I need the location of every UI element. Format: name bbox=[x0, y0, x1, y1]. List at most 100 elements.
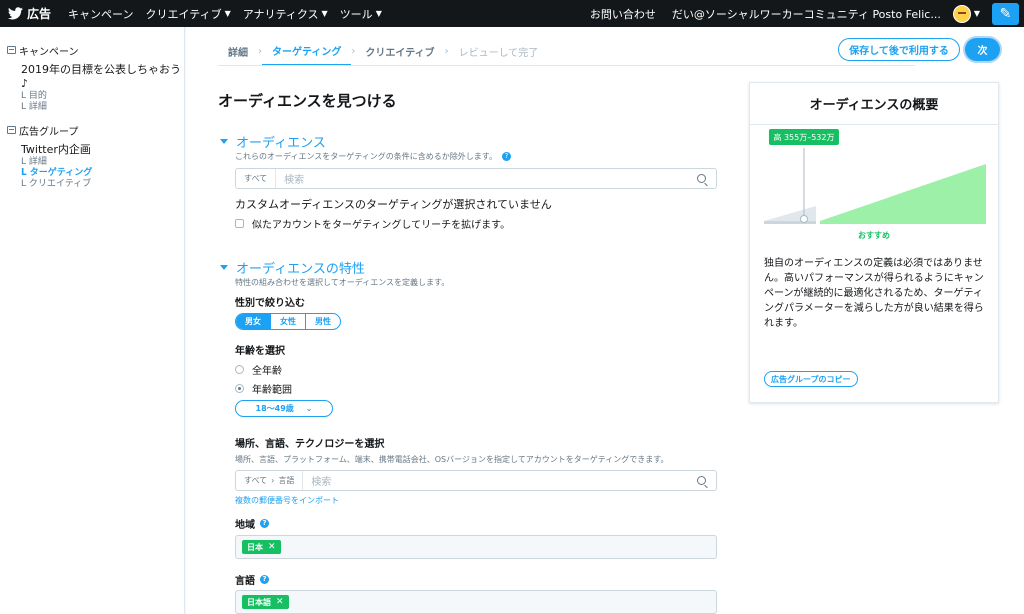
gender-option-female[interactable]: 女性 bbox=[270, 314, 305, 329]
sidebar-item-label: 詳細 bbox=[28, 102, 47, 112]
save-for-later-button[interactable]: 保存して後で利用する bbox=[838, 38, 960, 61]
copy-adgroup-button[interactable]: 広告グループのコピー bbox=[764, 371, 858, 387]
checkbox-label: 似たアカウントをターゲティングしてリーチを拡げます。 bbox=[252, 220, 511, 231]
chart-gray-wedge bbox=[764, 206, 816, 221]
section-title: オーディエンスの特性 bbox=[236, 262, 365, 277]
caret-down-icon bbox=[220, 139, 228, 144]
age-range-select[interactable]: 18〜49歳 ⌄ bbox=[235, 400, 333, 417]
nav-label: ツール bbox=[339, 7, 373, 21]
import-postal-codes-link[interactable]: 複数の郵便番号をインポート bbox=[235, 495, 339, 506]
step-creatives[interactable]: クリエイティブ bbox=[355, 37, 444, 66]
chevron-down-icon: ▼ bbox=[321, 9, 328, 18]
section-description: これらのオーディエンスをターゲティングの条件に含めるか除外します。 ? bbox=[235, 151, 511, 162]
step-details[interactable]: 詳細 bbox=[218, 37, 258, 66]
step-review: レビューして完了 bbox=[458, 48, 539, 59]
audience-size-chart: 高 355万–532万 おすすめ bbox=[764, 129, 986, 240]
sidebar-item-adgroup-details[interactable]: ᒪ 詳細 bbox=[0, 157, 184, 168]
nav-tools[interactable]: ツール ▼ bbox=[334, 6, 388, 22]
sidebar-item-details[interactable]: ᒪ 詳細 bbox=[0, 102, 184, 113]
location-description: 場所、言語、プラットフォーム、端末、携帯電話会社、OSバージョンを指定してアカウ… bbox=[235, 455, 669, 464]
age-range-radio[interactable] bbox=[235, 384, 244, 393]
chart-recommend-label: おすすめ bbox=[858, 231, 890, 240]
sidebar-section-adgroup: 広告グループ bbox=[0, 121, 184, 139]
language-tag: 日本語 ✕ bbox=[242, 595, 289, 609]
chart-baseline-green bbox=[820, 221, 986, 224]
gender-segmented-control: 男女 女性 男性 bbox=[235, 313, 341, 330]
age-all-radio-row[interactable]: 全年齢 bbox=[235, 362, 282, 377]
top-right: お問い合わせ だい@ソーシャルワーカーコミュニティ Posto Felic...… bbox=[590, 0, 1024, 27]
language-tag-input[interactable]: 日本語 ✕ bbox=[235, 590, 717, 614]
search-scope[interactable]: すべて bbox=[236, 169, 277, 188]
top-bar: 広告 キャンペーン クリエイティブ ▼ アナリティクス ▼ ツール ▼ お問い合わせ … bbox=[0, 0, 1024, 27]
search-icon bbox=[697, 174, 706, 183]
page-title: オーディエンスを見つける bbox=[218, 92, 397, 110]
chart-marker-dot[interactable] bbox=[799, 215, 808, 223]
step-targeting[interactable]: ターゲティング bbox=[262, 37, 352, 66]
sidebar-item-label: ターゲティング bbox=[29, 168, 93, 178]
search-icon bbox=[697, 476, 706, 485]
section-label: 広告グループ bbox=[19, 126, 79, 138]
nav-label: アナリティクス bbox=[242, 7, 319, 21]
select-value: 18〜49歳 bbox=[255, 404, 294, 413]
caret-down-icon bbox=[220, 265, 228, 270]
age-all-radio[interactable] bbox=[235, 365, 244, 374]
chevron-down-icon[interactable]: ▼ bbox=[974, 9, 980, 18]
help-link[interactable]: お問い合わせ bbox=[590, 6, 656, 22]
next-button[interactable]: 次 bbox=[965, 38, 1000, 61]
tag-label: 日本 bbox=[247, 542, 263, 552]
avatar[interactable] bbox=[952, 4, 971, 23]
chevron-down-icon: ▼ bbox=[224, 9, 231, 18]
chevron-right-icon: › bbox=[271, 476, 275, 485]
audience-section-toggle[interactable]: オーディエンス bbox=[220, 132, 326, 151]
sidebar-item-targeting[interactable]: ᒪ ターゲティング bbox=[0, 168, 184, 179]
search-scope[interactable]: すべて › 言語 bbox=[236, 471, 304, 490]
features-section-toggle[interactable]: オーディエンスの特性 bbox=[220, 258, 365, 277]
close-icon[interactable]: ✕ bbox=[276, 597, 284, 607]
section-title: オーディエンス bbox=[236, 136, 326, 151]
compose-button[interactable]: ✎ bbox=[992, 2, 1019, 25]
sidebar-item-creatives[interactable]: ᒪ クリエイティブ bbox=[0, 179, 184, 190]
divider bbox=[218, 65, 915, 66]
region-label: 地域 ? bbox=[235, 516, 269, 531]
age-range-radio-row[interactable]: 年齢範囲 bbox=[235, 381, 292, 396]
chevron-down-icon: ▼ bbox=[375, 9, 382, 18]
info-icon[interactable]: ? bbox=[502, 152, 511, 161]
info-icon[interactable]: ? bbox=[260, 519, 269, 528]
sidebar-item-label: 目的 bbox=[28, 91, 47, 101]
gender-option-male[interactable]: 男性 bbox=[305, 314, 340, 329]
account-name[interactable]: だい@ソーシャルワーカーコミュニティ Posto Felic... bbox=[672, 6, 941, 22]
nav-campaigns[interactable]: キャンペーン bbox=[62, 6, 139, 22]
label-text: 地域 bbox=[235, 520, 255, 531]
panel-title: オーディエンスの概要 bbox=[750, 83, 998, 125]
audience-search-input[interactable]: すべて 検索 bbox=[235, 168, 717, 189]
nav-creatives[interactable]: クリエイティブ ▼ bbox=[139, 6, 236, 22]
compose-icon: ✎ bbox=[999, 5, 1012, 22]
panel-description: 独自のオーディエンスの定義は必須ではありません。高いパフォーマンスが得られるよう… bbox=[764, 258, 984, 329]
location-label: 場所、言語、テクノロジーを選択 bbox=[235, 439, 385, 450]
sidebar-item-objective[interactable]: ᒪ 目的 bbox=[0, 91, 184, 102]
language-label: 言語 ? bbox=[235, 572, 269, 587]
chevron-down-icon: ⌄ bbox=[305, 404, 313, 413]
lookalike-checkbox[interactable] bbox=[235, 219, 244, 228]
brand-label: 広告 bbox=[27, 7, 52, 21]
lookalike-checkbox-row[interactable]: 似たアカウントをターゲティングしてリーチを拡げます。 bbox=[235, 216, 510, 231]
scope-sub-label: 言語 bbox=[278, 476, 295, 485]
gender-label: 性別で絞り込む bbox=[235, 298, 305, 309]
section-label: キャンペーン bbox=[19, 46, 79, 58]
chart-baseline-gray bbox=[764, 221, 816, 224]
sidebar-campaign-name[interactable]: 2019年の目標を公表しちゃおう♪ bbox=[0, 63, 184, 91]
sidebar-section-campaign: キャンペーン bbox=[0, 41, 184, 59]
brand[interactable]: 広告 bbox=[0, 5, 62, 22]
info-icon[interactable]: ? bbox=[260, 575, 269, 584]
close-icon[interactable]: ✕ bbox=[268, 542, 276, 552]
region-tag-input[interactable]: 日本 ✕ bbox=[235, 535, 717, 559]
location-search-input[interactable]: すべて › 言語 検索 bbox=[235, 470, 717, 491]
gender-option-all[interactable]: 男女 bbox=[236, 314, 270, 329]
radio-label: 年齢範囲 bbox=[252, 385, 292, 396]
sidebar-item-label: 詳細 bbox=[28, 157, 47, 167]
audience-summary-panel: オーディエンスの概要 高 355万–532万 おすすめ 独自のオーディエンスの定… bbox=[749, 82, 999, 403]
nav-analytics[interactable]: アナリティクス ▼ bbox=[237, 6, 334, 22]
sidebar-adgroup-name[interactable]: Twitter内企画 bbox=[0, 143, 184, 157]
sidebar: キャンペーン 2019年の目標を公表しちゃおう♪ ᒪ 目的 ᒪ 詳細 広告グルー… bbox=[0, 27, 185, 614]
folder-icon bbox=[7, 126, 16, 134]
